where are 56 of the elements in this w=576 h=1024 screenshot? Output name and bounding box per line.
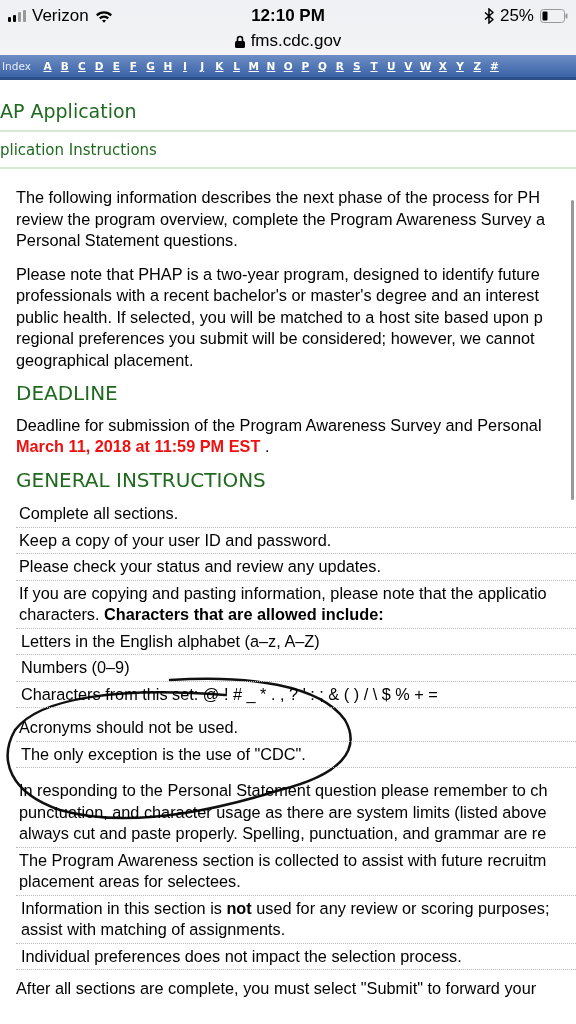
index-letter-link[interactable]: Y — [451, 60, 469, 72]
instruction-text: Letters in the English alphabet (a–z, A–Z) — [16, 628, 576, 655]
instruction-text: Please check your status and review any updates. — [16, 554, 576, 581]
index-letter-link[interactable]: N — [262, 60, 280, 72]
index-letter-link[interactable]: E — [107, 60, 125, 72]
clock-time: 12:10 PM — [251, 6, 325, 26]
index-letter-link[interactable]: C — [73, 60, 91, 72]
index-letter-link[interactable]: # — [485, 60, 503, 72]
instruction-text: Complete all sections. — [16, 501, 576, 528]
index-letter-link[interactable]: R — [331, 60, 349, 72]
index-letter-link[interactable]: H — [159, 60, 177, 72]
url-text[interactable]: fms.cdc.gov — [250, 31, 342, 51]
footer-text: After all sections are complete, you must select "Submit" to forward your — [16, 978, 538, 999]
deadline-heading: DEADLINE — [16, 383, 119, 405]
index-letter-link[interactable]: M — [245, 60, 263, 72]
instruction-text: Acronyms should not be used. — [16, 715, 576, 742]
index-letter-link[interactable]: Q — [313, 60, 332, 72]
bluetooth-icon — [483, 8, 494, 24]
battery-icon — [540, 9, 568, 23]
index-letter-link[interactable]: K — [210, 60, 228, 72]
battery-percent: 25% — [499, 6, 534, 26]
index-letter-link[interactable]: I — [176, 60, 194, 72]
intro-paragraph: Please note that PHAP is a two-year program, designed to identify future professionals with a recent bachelor's or master's degree and an interest public health. If selected, you will be matched to a host site based upon p regional preferences you submit will be considered; however, we cannot geographical placement. — [16, 263, 544, 371]
index-letter-link[interactable]: P — [296, 60, 314, 72]
index-letter-link[interactable]: F — [124, 60, 143, 72]
general-instructions-heading: GENERAL INSTRUCTIONS — [16, 469, 267, 491]
page-title: AP Application — [0, 99, 138, 124]
index-letter-link[interactable]: B — [56, 60, 74, 72]
index-label: Index — [1, 60, 32, 72]
index-letter-link[interactable]: T — [365, 60, 383, 72]
index-letter-link[interactable]: X — [434, 60, 452, 72]
signal-icon — [8, 10, 26, 22]
index-letter-link[interactable]: G — [142, 60, 160, 72]
instruction-text: The only exception is the use of "CDC". — [16, 741, 576, 768]
instruction-text: Keep a copy of your user ID and password. — [16, 527, 576, 554]
index-letter-link[interactable]: S — [348, 60, 366, 72]
instruction-text: The Program Awareness section is collected to assist with future recruitm placement areas for selectees. — [16, 847, 576, 896]
index-letter-link[interactable]: U — [382, 60, 400, 72]
intro-paragraph: The following information describes the next phase of the process for PH review the program overview, complete the Program Awareness Survey a Personal Statement questions. — [16, 187, 547, 251]
index-letter-link[interactable]: Z — [468, 60, 486, 72]
index-letter-link[interactable]: W — [417, 60, 435, 72]
instruction-text: Individual preferences does not impact the selection process. — [16, 943, 576, 970]
index-letter-link[interactable]: D — [90, 60, 108, 72]
instruction-text: Information in this section is not used for any review or scoring purposes; assist with matching of assignments. — [16, 895, 576, 944]
index-letter-link[interactable]: J — [193, 60, 211, 72]
instruction-text: Numbers (0–9) — [16, 655, 576, 682]
section-title: plication Instructions — [0, 140, 158, 161]
index-letter-link[interactable]: V — [399, 60, 418, 72]
deadline-text: Deadline for submission of the Program Awareness Survey and Personal March 11, 2018 at 11:59 PM EST . — [16, 414, 543, 457]
wifi-icon — [94, 9, 113, 23]
carrier-name: Verizon — [32, 6, 89, 26]
lock-icon — [234, 34, 245, 48]
index-letter-link[interactable]: A — [38, 60, 57, 72]
index-letter-link[interactable]: O — [279, 60, 297, 72]
instruction-text: If you are copying and pasting information, please note that the applicatio characters. Characters that are allowed include: — [16, 580, 576, 629]
index-letter-link[interactable]: L — [227, 60, 246, 72]
